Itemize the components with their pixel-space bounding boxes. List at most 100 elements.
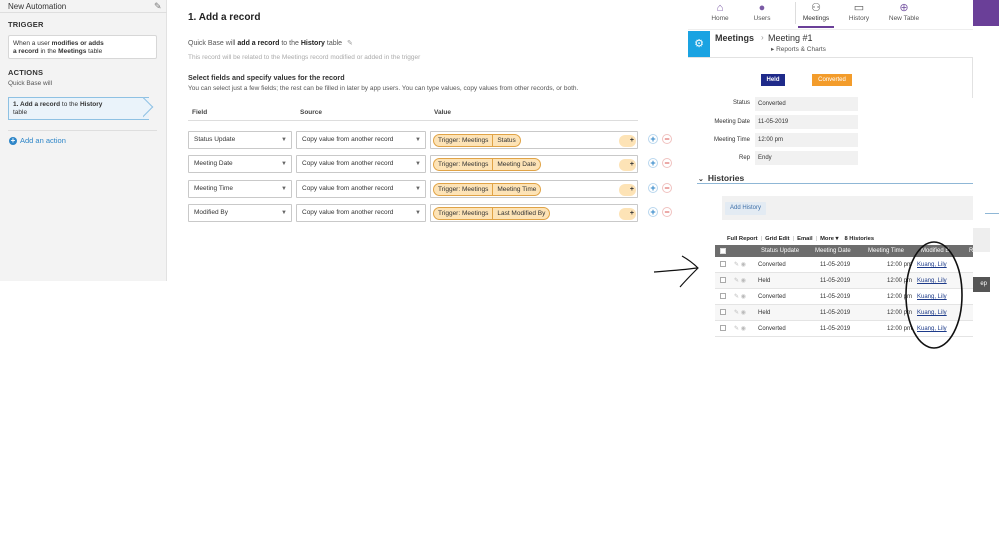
token-source: Trigger: Meetings [434, 184, 494, 195]
field-mapping-row: Meeting Date ▼ Copy value from another r… [188, 155, 678, 174]
col-status-update[interactable]: Status Update [761, 245, 799, 257]
pencil-icon[interactable]: ✎ [734, 278, 739, 284]
automation-title[interactable]: New Automation [8, 2, 66, 11]
cell-status: Held [758, 278, 771, 284]
pencil-icon[interactable]: ✎ [734, 310, 739, 316]
nav-meetings[interactable]: ⚇ Meetings [798, 0, 834, 28]
breadcrumb-table[interactable]: Meetings [715, 33, 754, 43]
pencil-icon[interactable]: ✎ [347, 40, 353, 47]
add-action-button[interactable]: + Add an action [9, 136, 66, 145]
brand-strip [973, 0, 999, 26]
edit-view-icons[interactable]: ✎ ◉ [734, 309, 746, 316]
row-checkbox[interactable] [720, 293, 726, 299]
row-checkbox[interactable] [720, 325, 726, 331]
col-meeting-date[interactable]: Meeting Date [815, 245, 851, 257]
remove-row-button[interactable]: − [662, 183, 672, 193]
insert-field-button[interactable]: + [619, 159, 636, 171]
field-select[interactable]: Meeting Date ▼ [188, 155, 292, 173]
pencil-icon[interactable]: ✎ [734, 294, 739, 300]
status-badge-held[interactable]: Held [761, 74, 785, 86]
field-select[interactable]: Status Update ▼ [188, 131, 292, 149]
form-label-status: Status [732, 100, 750, 106]
source-select[interactable]: Copy value from another record ▼ [296, 131, 426, 149]
source-select[interactable]: Copy value from another record ▼ [296, 204, 426, 222]
eye-icon[interactable]: ◉ [741, 326, 746, 332]
reports-charts-link[interactable]: ▸ Reports & Charts [771, 45, 826, 53]
email-link[interactable]: Email [797, 236, 812, 242]
action-prefix: 1. [13, 101, 20, 108]
field-select-value: Meeting Time [194, 185, 234, 192]
action-text: table [13, 109, 28, 116]
status-badge-converted[interactable]: Converted [812, 74, 852, 86]
col-rep[interactable]: R [969, 245, 973, 257]
column-value: Value [434, 109, 451, 116]
pencil-icon[interactable]: ✎ [734, 262, 739, 268]
trigger-card[interactable]: When a user modifies or adds a record in… [8, 35, 157, 59]
separator: | [815, 236, 818, 242]
field-select[interactable]: Modified By ▼ [188, 204, 292, 222]
eye-icon[interactable]: ◉ [741, 310, 746, 316]
field-token[interactable]: Trigger: Meetings Meeting Time [433, 183, 542, 196]
desc-text: to the [279, 40, 301, 47]
field-token[interactable]: Trigger: Meetings Meeting Date [433, 158, 542, 171]
side-panel [973, 228, 990, 252]
col-meeting-time[interactable]: Meeting Time [868, 245, 904, 257]
edit-view-icons[interactable]: ✎ ◉ [734, 277, 746, 284]
edit-view-icons[interactable]: ✎ ◉ [734, 261, 746, 268]
cell-status: Held [758, 310, 771, 316]
row-checkbox[interactable] [720, 309, 726, 315]
folder-icon: ▭ [853, 2, 865, 14]
grid-edit-link[interactable]: Grid Edit [765, 236, 789, 242]
eye-icon[interactable]: ◉ [741, 262, 746, 268]
select-all-checkbox[interactable] [720, 248, 726, 254]
source-select[interactable]: Copy value from another record ▼ [296, 180, 426, 198]
field-token[interactable]: Trigger: Meetings Last Modified By [433, 207, 551, 220]
insert-field-button[interactable]: + [619, 135, 636, 147]
nav-users[interactable]: ● Users [749, 0, 775, 28]
source-select[interactable]: Copy value from another record ▼ [296, 155, 426, 173]
value-input[interactable]: Trigger: Meetings Last Modified By + [430, 204, 638, 222]
edit-view-icons[interactable]: ✎ ◉ [734, 325, 746, 332]
trigger-text: When a user [13, 40, 52, 47]
add-row-button[interactable]: + [648, 158, 658, 168]
row-checkbox[interactable] [720, 261, 726, 267]
chevron-down-icon: ▼ [281, 210, 287, 216]
field-token[interactable]: Trigger: Meetings Status [433, 134, 521, 147]
more-menu[interactable]: More ▾ [820, 236, 838, 242]
remove-row-button[interactable]: − [662, 134, 672, 144]
form-value-meeting-date: 11-05-2019 [755, 115, 858, 129]
field-mapping-row: Meeting Time ▼ Copy value from another r… [188, 180, 678, 199]
insert-field-button[interactable]: + [619, 208, 636, 220]
field-select[interactable]: Meeting Time ▼ [188, 180, 292, 198]
value-input[interactable]: Trigger: Meetings Meeting Date + [430, 155, 638, 173]
gear-icon[interactable]: ⚙ [688, 31, 710, 57]
pencil-icon[interactable]: ✎ [734, 326, 739, 332]
row-checkbox[interactable] [720, 277, 726, 283]
nav-history[interactable]: ▭ History [845, 0, 873, 28]
eye-icon[interactable]: ◉ [741, 294, 746, 300]
edit-view-icons[interactable]: ✎ ◉ [734, 293, 746, 300]
add-row-button[interactable]: + [648, 207, 658, 217]
insert-field-button[interactable]: + [619, 184, 636, 196]
action-item-add-record[interactable]: 1. Add a record to the History table [8, 97, 149, 120]
desc-text: Quick Base will [188, 40, 238, 47]
breadcrumb-record: Meeting #1 [768, 33, 813, 43]
add-action-label: Add an action [20, 136, 66, 145]
histories-section-toggle[interactable]: ⌄ Histories [698, 173, 744, 183]
remove-row-button[interactable]: − [662, 158, 672, 168]
remove-row-button[interactable]: − [662, 207, 672, 217]
nav-new-table[interactable]: ⊕ New Table [886, 0, 922, 28]
full-report-link[interactable]: Full Report [727, 236, 758, 242]
nav-home[interactable]: ⌂ Home [706, 0, 734, 28]
form-value-meeting-time: 12:00 pm [755, 133, 858, 147]
add-row-button[interactable]: + [648, 134, 658, 144]
plus-circle-icon: + [9, 135, 17, 145]
add-history-button[interactable]: Add History [725, 202, 767, 215]
cell-date: 11-05-2019 [820, 278, 851, 284]
value-input[interactable]: Trigger: Meetings Status + [430, 131, 638, 149]
eye-icon[interactable]: ◉ [741, 278, 746, 284]
value-input[interactable]: Trigger: Meetings Meeting Time + [430, 180, 638, 198]
add-row-button[interactable]: + [648, 183, 658, 193]
pencil-icon[interactable]: ✎ [154, 1, 162, 12]
desc-text: table [324, 40, 343, 47]
